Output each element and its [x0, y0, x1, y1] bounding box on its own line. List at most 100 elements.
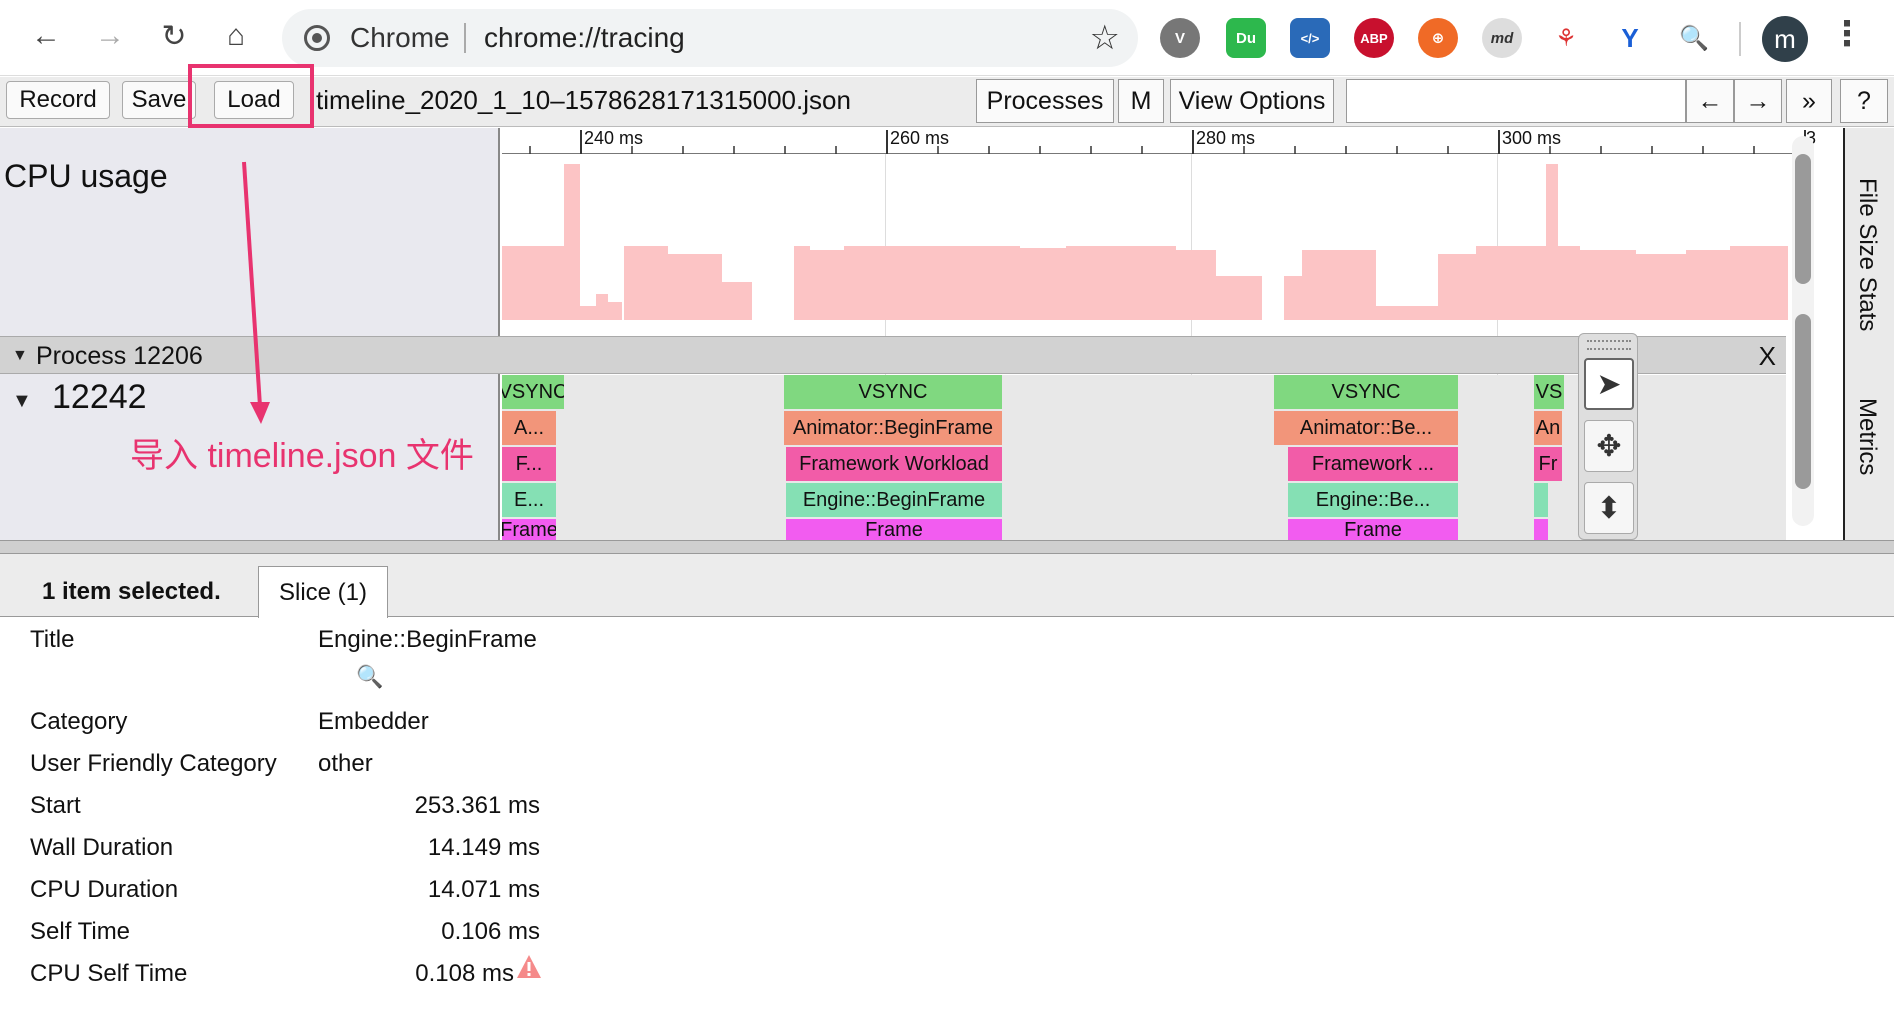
- ruler-tick-label: 300 ms: [1502, 128, 1562, 148]
- trace-slice[interactable]: Fr: [1534, 447, 1562, 481]
- ruler-tick-label: 260 ms: [890, 128, 950, 148]
- trace-slice[interactable]: VSYNC: [502, 375, 564, 409]
- panel-splitter[interactable]: [0, 540, 1894, 554]
- cpu-bar: [1580, 250, 1636, 320]
- prop-self-time-value: 0.106 ms: [441, 918, 540, 945]
- more-button[interactable]: »: [1786, 79, 1832, 123]
- back-icon[interactable]: ←: [24, 14, 68, 58]
- warning-icon[interactable]: [516, 954, 542, 980]
- scrollbar-thumb[interactable]: [1795, 154, 1811, 284]
- prop-self-time-label: Self Time: [30, 918, 131, 945]
- view-options-button[interactable]: View Options: [1170, 79, 1334, 123]
- omnibox-separator: [464, 23, 466, 53]
- extension-search-icon[interactable]: 🔍: [1674, 18, 1714, 58]
- address-bar[interactable]: Chrome chrome://tracing ☆: [282, 9, 1138, 67]
- trace-slice[interactable]: Animator::Be...: [1274, 411, 1458, 445]
- analysis-panel: 1 item selected. Slice (1) Title Engine:…: [0, 554, 1894, 1022]
- trace-slice[interactable]: E...: [502, 483, 556, 517]
- extension-code-icon[interactable]: </>: [1290, 18, 1330, 58]
- prop-title-value: Engine::BeginFrame: [318, 626, 537, 653]
- extension-du-icon[interactable]: Du: [1226, 18, 1266, 58]
- magnifier-icon[interactable]: 🔍: [356, 664, 383, 690]
- cpu-bar: [1636, 254, 1686, 320]
- extension-v-icon[interactable]: V: [1160, 18, 1200, 58]
- pan-move-icon[interactable]: ✥: [1584, 420, 1634, 472]
- mouse-mode-selector: ➤ ✥ ⬍: [1578, 333, 1638, 540]
- cpu-bar: [502, 246, 564, 320]
- trace-slice[interactable]: [1534, 483, 1548, 517]
- collapse-triangle-icon[interactable]: ▼: [12, 347, 28, 365]
- prop-wall-duration-label: Wall Duration: [30, 834, 174, 861]
- extension-separator: [1739, 22, 1741, 56]
- cpu-bar: [1284, 276, 1302, 320]
- trace-slice[interactable]: Animator::BeginFrame: [784, 411, 1002, 445]
- cpu-bar: [844, 246, 1020, 320]
- cpu-bar: [1176, 250, 1216, 320]
- save-button[interactable]: Save: [122, 81, 196, 119]
- trace-slice[interactable]: Framework Workload: [786, 447, 1002, 481]
- trace-slice[interactable]: Frame: [1288, 519, 1458, 540]
- nav-right-button[interactable]: →: [1734, 79, 1782, 123]
- cpu-usage-label: CPU usage: [4, 158, 168, 194]
- search-input[interactable]: [1346, 79, 1686, 123]
- prop-title-label: Title: [30, 626, 75, 653]
- load-highlight-box: [188, 64, 314, 128]
- help-button[interactable]: ?: [1840, 79, 1888, 123]
- scrollbar-thumb[interactable]: [1795, 314, 1811, 489]
- metrics-tab[interactable]: Metrics: [1853, 398, 1881, 475]
- trace-slice[interactable]: Frame: [786, 519, 1002, 540]
- home-icon[interactable]: ⌂: [214, 14, 258, 58]
- close-process-button[interactable]: X: [1759, 341, 1776, 372]
- bookmark-star-icon[interactable]: ☆: [1090, 18, 1120, 58]
- cpu-bar: [1216, 276, 1262, 320]
- file-size-stats-tab[interactable]: File Size Stats: [1853, 178, 1881, 331]
- tab-slice[interactable]: Slice (1): [258, 566, 388, 618]
- prop-user-category-value: other: [318, 750, 373, 777]
- trace-slice[interactable]: Engine::BeginFrame: [786, 483, 1002, 517]
- m-button[interactable]: M: [1118, 79, 1164, 123]
- menu-dots-icon[interactable]: ⋮: [1830, 14, 1864, 54]
- thread-label: 12242: [52, 378, 147, 416]
- cpu-bar: [1438, 254, 1476, 320]
- cpu-bar: [1376, 306, 1438, 320]
- select-cursor-icon[interactable]: ➤: [1584, 358, 1634, 410]
- extension-tree-icon[interactable]: ⚘: [1546, 18, 1586, 58]
- prop-cpu-self-time-label: CPU Self Time: [30, 960, 188, 987]
- trace-slice[interactable]: VSYNC: [784, 375, 1002, 409]
- side-panel-tabs: File Size Stats Metrics: [1843, 128, 1894, 540]
- vertical-scrollbar[interactable]: [1792, 136, 1814, 526]
- drag-handle[interactable]: [1587, 340, 1631, 350]
- extension-ring-icon[interactable]: ⊕: [1418, 18, 1458, 58]
- site-name: Chrome: [350, 22, 450, 53]
- extension-md-icon[interactable]: md: [1482, 18, 1522, 58]
- forward-icon[interactable]: →: [88, 14, 132, 58]
- cpu-bar: [1546, 164, 1558, 320]
- trace-slice[interactable]: Frame: [502, 519, 556, 540]
- trace-slice[interactable]: Framework ...: [1288, 447, 1458, 481]
- nav-left-button[interactable]: ←: [1686, 79, 1734, 123]
- processes-button[interactable]: Processes: [976, 79, 1114, 123]
- url-text[interactable]: chrome://tracing: [484, 22, 685, 54]
- collapse-triangle-icon[interactable]: ▼: [12, 390, 32, 413]
- record-button[interactable]: Record: [6, 81, 110, 119]
- time-ruler[interactable]: 240 ms 260 ms 280 ms 300 ms 3: [502, 128, 1816, 154]
- extension-abp-icon[interactable]: ABP: [1354, 18, 1394, 58]
- extension-y-icon[interactable]: Y: [1610, 18, 1650, 58]
- trace-slice[interactable]: F...: [502, 447, 556, 481]
- trace-slice[interactable]: VS: [1534, 375, 1564, 409]
- trace-slice[interactable]: An: [1534, 411, 1562, 445]
- trace-slice[interactable]: VSYNC: [1274, 375, 1458, 409]
- analysis-header: 1 item selected. Slice (1): [0, 554, 1894, 618]
- selection-count: 1 item selected.: [42, 578, 221, 605]
- trace-slice[interactable]: [1534, 519, 1548, 540]
- ruler-tick-label: 280 ms: [1196, 128, 1256, 148]
- zoom-vertical-icon[interactable]: ⬍: [1584, 482, 1634, 534]
- trace-slice[interactable]: A...: [502, 411, 556, 445]
- cpu-bar: [668, 254, 722, 320]
- trace-slice[interactable]: Engine::Be...: [1288, 483, 1458, 517]
- prop-cpu-self-time-value: 0.108 ms: [415, 960, 514, 987]
- profile-avatar[interactable]: m: [1762, 16, 1808, 62]
- reload-icon[interactable]: ↻: [152, 14, 196, 58]
- cpu-bar: [1020, 248, 1066, 320]
- cpu-bar: [1476, 246, 1520, 320]
